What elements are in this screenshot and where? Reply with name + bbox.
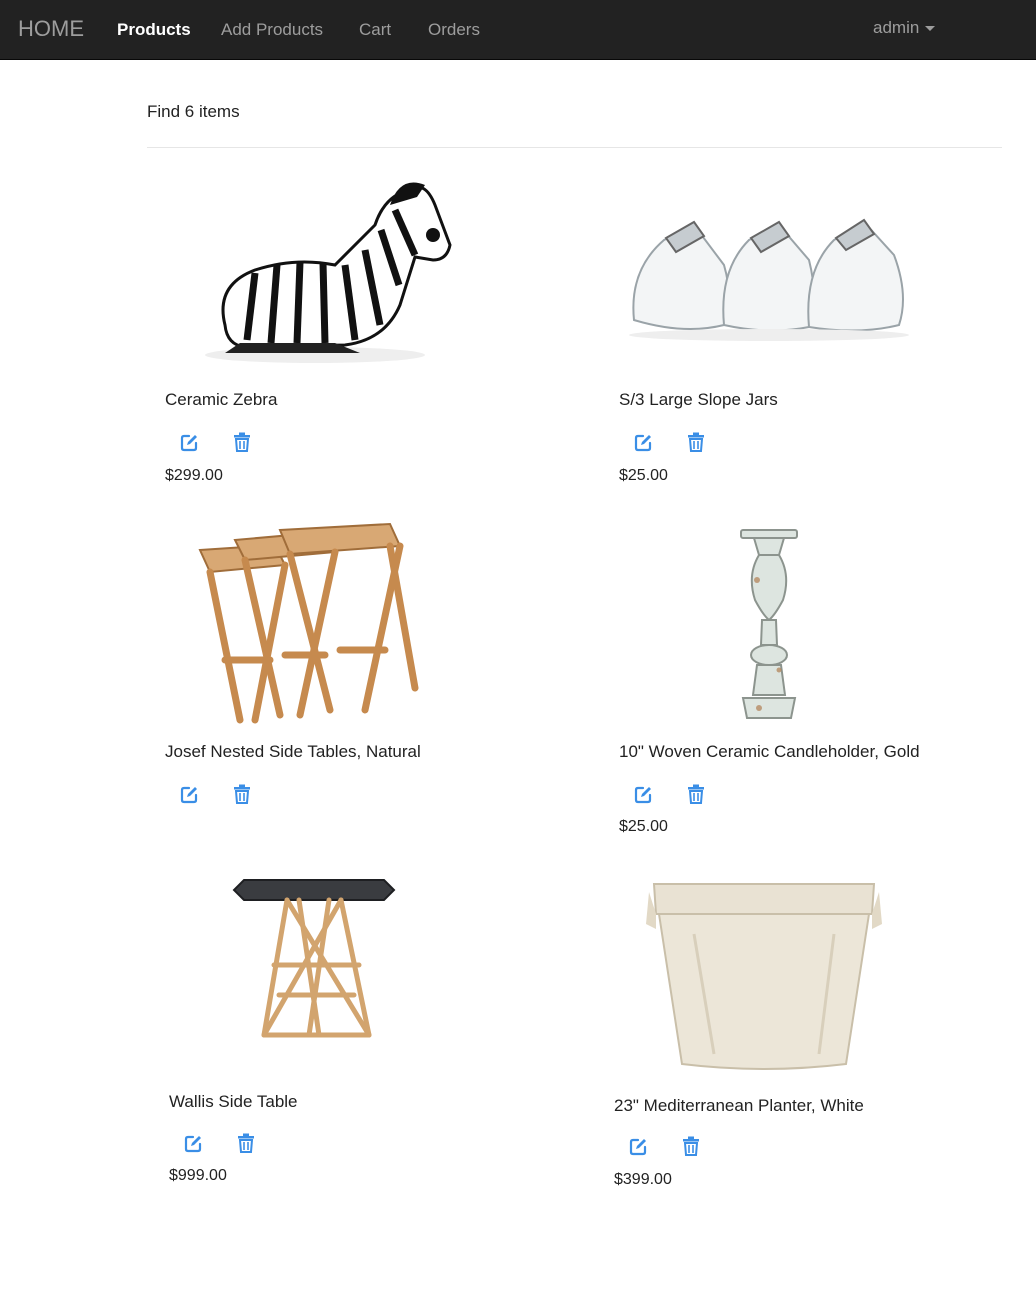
product-card: 10" Woven Ceramic Candleholder, Gold $25… [619,520,1019,850]
product-name[interactable]: Ceramic Zebra [165,390,277,410]
product-price: $25.00 [619,818,668,835]
edit-icon[interactable] [632,432,654,454]
product-image-candleholder[interactable] [619,520,939,730]
edit-icon[interactable] [627,1136,649,1158]
top-navbar: HOME Products Add Products Cart Orders a… [0,0,1036,60]
product-image-wallis-table[interactable] [169,870,489,1080]
product-name[interactable]: Wallis Side Table [169,1092,298,1112]
home-link[interactable]: HOME [18,16,84,42]
result-count: Find 6 items [147,102,240,121]
user-menu[interactable]: admin [873,18,936,38]
nav-orders[interactable]: Orders [428,20,480,40]
caret-down-icon [925,26,936,32]
trash-icon[interactable] [235,1132,257,1154]
edit-icon[interactable] [178,784,200,806]
trash-icon[interactable] [231,783,253,805]
product-price: $999.00 [169,1167,227,1184]
edit-icon[interactable] [182,1133,204,1155]
product-image-jars[interactable] [624,170,944,380]
product-card: Wallis Side Table $999.00 [169,870,569,1200]
product-image-planter[interactable] [634,874,954,1084]
edit-icon[interactable] [632,784,654,806]
trash-icon[interactable] [231,431,253,453]
product-price: $25.00 [619,467,668,484]
product-name[interactable]: S/3 Large Slope Jars [619,390,778,410]
user-name: admin [873,18,920,37]
product-card: Ceramic Zebra $299.00 [165,165,565,495]
nav-cart[interactable]: Cart [359,20,391,40]
product-image-nested-tables[interactable] [185,520,505,730]
product-image-zebra[interactable] [185,165,505,375]
product-card: 23" Mediterranean Planter, White $399.00 [614,874,1014,1204]
product-price: $399.00 [614,1171,672,1188]
product-price: $299.00 [165,467,223,484]
edit-icon[interactable] [178,432,200,454]
product-card: S/3 Large Slope Jars $25.00 [619,165,1019,495]
product-name[interactable]: Josef Nested Side Tables, Natural [165,742,421,762]
trash-icon[interactable] [685,431,707,453]
nav-add-products[interactable]: Add Products [221,20,323,40]
divider [147,147,1002,148]
trash-icon[interactable] [685,783,707,805]
nav-products[interactable]: Products [117,20,191,40]
product-name[interactable]: 23" Mediterranean Planter, White [614,1096,864,1116]
trash-icon[interactable] [680,1135,702,1157]
product-name[interactable]: 10" Woven Ceramic Candleholder, Gold [619,742,920,762]
product-card: Josef Nested Side Tables, Natural [165,520,565,850]
